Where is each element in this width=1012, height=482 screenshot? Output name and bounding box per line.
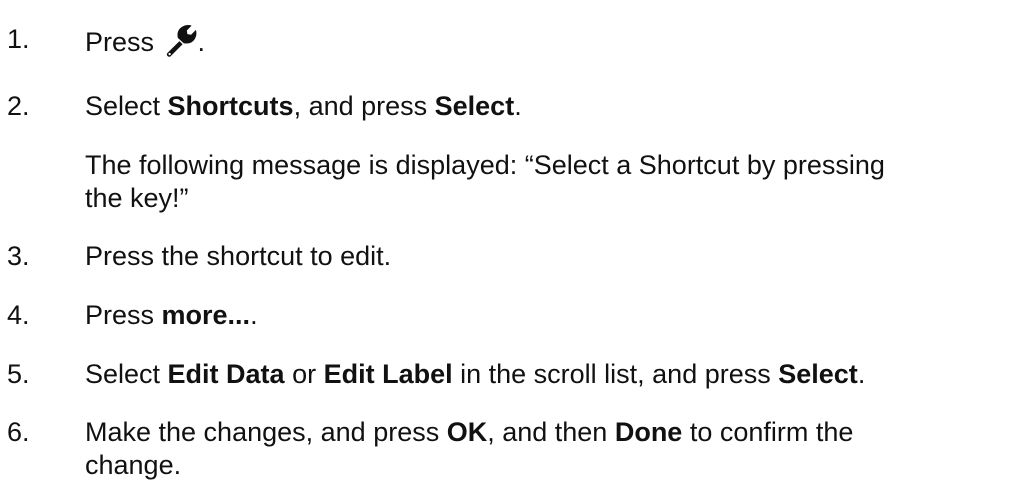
step-text: Press the shortcut to edit.	[85, 241, 392, 271]
step-number: 2.	[7, 91, 30, 121]
step-2-note: The following message is displayed: “Sel…	[85, 150, 885, 213]
step-number: 5.	[7, 359, 30, 389]
step-number: 4.	[7, 300, 30, 330]
step-number: 1.	[7, 24, 30, 54]
step-text: Press .	[85, 23, 1005, 59]
wrench-icon	[166, 25, 197, 57]
step-number: 3.	[7, 241, 30, 271]
step-text: Press more....	[85, 300, 258, 330]
instruction-steps: 1. Press . 2. Select Shortcuts, and pres…	[0, 0, 1012, 480]
step-number: 6.	[7, 417, 30, 447]
step-text: Select Edit Data or Edit Label in the sc…	[85, 359, 866, 389]
step-text: Make the changes, and press OK, and then…	[85, 417, 854, 480]
step-text: Select Shortcuts, and press Select.	[85, 91, 522, 121]
